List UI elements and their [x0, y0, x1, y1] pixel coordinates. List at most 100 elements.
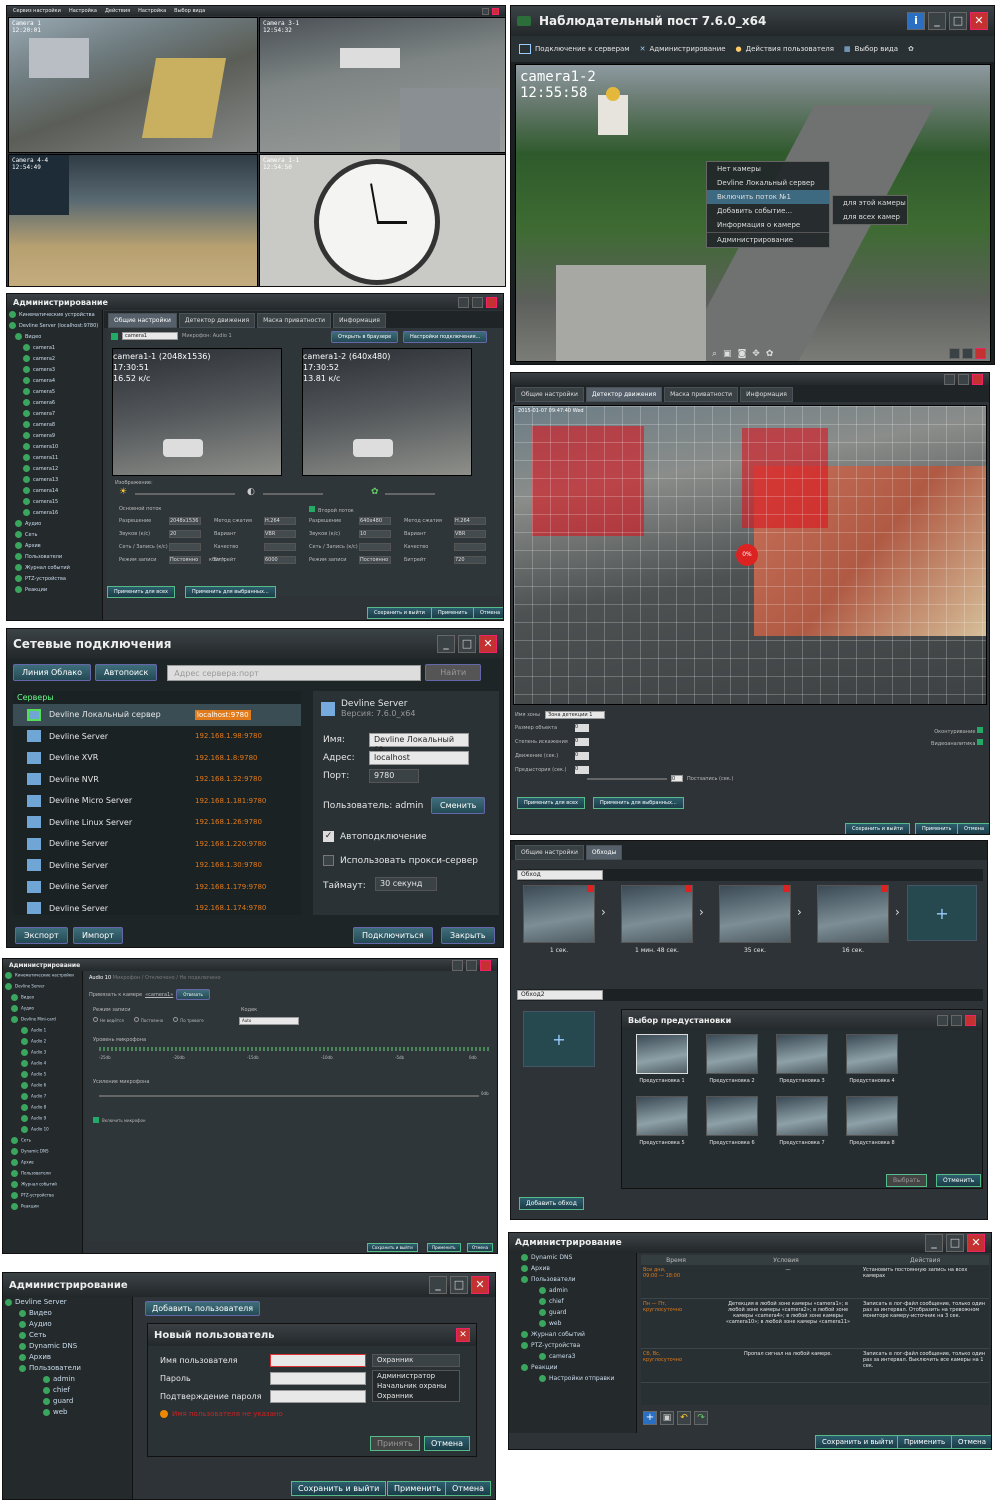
close-icon[interactable]: ✕: [970, 12, 988, 30]
server-row[interactable]: Devline Linux Server 192.168.1.26:9780: [13, 812, 301, 834]
camera-view-aerial[interactable]: camera1-2 12:55:58 Нет камеры Devline Ло…: [515, 64, 991, 362]
open-browser-button[interactable]: Открыть в браузере: [331, 331, 399, 343]
toolbar-admin[interactable]: ✕ Администрирование: [640, 45, 726, 53]
minimize-icon[interactable]: _: [925, 1234, 943, 1252]
add-user-button[interactable]: Добавить пользователя: [145, 1301, 261, 1316]
remove-step-icon[interactable]: [783, 885, 790, 892]
server-address-input[interactable]: Адрес сервера:порт: [167, 664, 422, 681]
tree-item[interactable]: web: [509, 1319, 636, 1330]
apply-selected-button[interactable]: Применить для выбранных...: [593, 797, 684, 809]
tree-item[interactable]: Видео: [3, 993, 82, 1004]
reel-icon[interactable]: ✿: [766, 349, 774, 359]
menu-item-admin[interactable]: Администрирование: [707, 232, 829, 247]
connection-settings-button[interactable]: Настройки подключения...: [403, 331, 488, 343]
tree-item[interactable]: Audio 3: [3, 1048, 82, 1059]
submenu-all-cameras[interactable]: для всех камер: [833, 210, 907, 224]
tree-item[interactable]: camera10: [7, 442, 102, 453]
setting-value[interactable]: Постоянно: [359, 556, 391, 564]
apply-button[interactable]: Применить: [915, 823, 959, 834]
minimize-icon[interactable]: [937, 1014, 948, 1026]
table-row[interactable]: Все дни, 09:00 — 18:00 — Установить постоя…: [641, 1265, 989, 1299]
setting-value[interactable]: 640x480: [359, 517, 391, 525]
tree-item[interactable]: Пользователи: [3, 1363, 132, 1374]
choose-button[interactable]: Выбрать: [886, 1174, 928, 1187]
minimize-icon[interactable]: [452, 959, 463, 971]
tree-item[interactable]: Кинематические настройки: [3, 971, 82, 982]
camera-tile-clock[interactable]: Camera 1-1 12:54:50: [259, 154, 505, 286]
contrast-slider[interactable]: [263, 493, 323, 495]
codec-select[interactable]: Auto: [239, 1017, 299, 1025]
enable-mic-checkbox[interactable]: [93, 1117, 99, 1123]
tree-item[interactable]: camera3: [7, 365, 102, 376]
setting-value[interactable]: 720: [454, 556, 486, 564]
tree-item[interactable]: Аудио: [7, 519, 102, 530]
tree-item[interactable]: Журнал событий: [509, 1330, 636, 1341]
save-icon[interactable]: ▣: [723, 349, 732, 359]
camera-tile-street[interactable]: Camera 1 12:20:01: [8, 17, 258, 153]
table-row[interactable]: Сб, Вс, круглосуточно Пропал сигнал на лю…: [641, 1349, 989, 1383]
tour-step-thumb[interactable]: [621, 885, 693, 943]
server-row[interactable]: Devline Server 192.168.1.220:9780: [13, 833, 301, 855]
preset-thumb[interactable]: [846, 1096, 898, 1136]
tree-item[interactable]: guard: [509, 1308, 636, 1319]
post-record-field[interactable]: 0: [671, 775, 683, 782]
param-value[interactable]: 0: [575, 766, 589, 774]
server-row[interactable]: Devline Server 192.168.1.179:9780: [13, 876, 301, 898]
tree-item[interactable]: Пользователи: [509, 1275, 636, 1286]
apply-all-button[interactable]: Применить для всех: [517, 797, 585, 809]
autoconnect-checkbox[interactable]: ✓: [323, 831, 334, 842]
cloud-line-button[interactable]: Линия Облако: [13, 664, 91, 681]
tree-item[interactable]: Видео: [7, 332, 102, 343]
tree-item[interactable]: camera3: [509, 1352, 636, 1363]
cancel-button[interactable]: Отмена: [467, 1243, 494, 1252]
cancel-button[interactable]: Отмена: [445, 1481, 492, 1496]
tree-item[interactable]: Настройки отправки: [509, 1374, 636, 1385]
main-stream-preview[interactable]: camera1-1 (2048x1536) 17:30:51 16.52 к/с: [112, 348, 282, 476]
role-option[interactable]: Начальник охраны: [373, 1381, 459, 1391]
tree-item[interactable]: Архив: [3, 1352, 132, 1363]
menu-item-add-event[interactable]: Добавить событие...: [707, 204, 829, 218]
brightness-slider[interactable]: [135, 493, 235, 495]
tree-item[interactable]: admin: [509, 1286, 636, 1297]
tree-item[interactable]: camera14: [7, 486, 102, 497]
import-button[interactable]: Импорт: [73, 927, 123, 944]
close-icon[interactable]: [975, 348, 986, 359]
dialog-cancel-button[interactable]: Отмена: [424, 1436, 471, 1451]
apply-button[interactable]: Применить: [387, 1481, 449, 1496]
change-user-button[interactable]: Сменить: [431, 797, 486, 814]
server-row[interactable]: Devline Micro Server 192.168.1.181:9780: [13, 790, 301, 812]
add-step-tile[interactable]: +: [907, 885, 977, 941]
camera-tile-office[interactable]: Camera 4-4 12:54:49: [8, 154, 258, 286]
apply-button[interactable]: Применить: [427, 1243, 461, 1252]
tree-item[interactable]: Реакции: [7, 585, 102, 596]
maximize-icon[interactable]: [472, 296, 483, 308]
tree-item[interactable]: Видео: [3, 1308, 132, 1319]
menu-item-server[interactable]: Devline Локальный сервер: [707, 176, 829, 190]
record-mode-option[interactable]: Не ведётся: [93, 1017, 124, 1023]
param-value[interactable]: 0: [575, 752, 589, 760]
minimize-icon[interactable]: [949, 348, 960, 359]
tab-0[interactable]: Общие настройки: [108, 313, 177, 328]
save-exit-button[interactable]: Сохранить и выйти: [367, 607, 432, 619]
maximize-icon[interactable]: □: [458, 635, 476, 653]
tree-item[interactable]: chief: [509, 1297, 636, 1308]
menu-item-camera-info[interactable]: Информация о камере: [707, 218, 829, 232]
apply-selected-button[interactable]: Применить для выбранных...: [185, 586, 276, 598]
tab-1[interactable]: Обходы: [585, 845, 623, 860]
tour-step-thumb[interactable]: [523, 885, 595, 943]
close-icon[interactable]: ✕: [967, 1234, 985, 1252]
record-mode-option[interactable]: Постоянно: [133, 1017, 163, 1023]
quad-tab[interactable]: Настройка: [138, 8, 166, 14]
maximize-icon[interactable]: [951, 1014, 962, 1026]
pre-record-slider[interactable]: [587, 777, 667, 780]
tab-1[interactable]: Детектор движения: [178, 313, 256, 328]
setting-value[interactable]: [264, 543, 296, 551]
tree-item[interactable]: camera12: [7, 464, 102, 475]
server-row[interactable]: Devline Server 192.168.1.98:9780: [13, 726, 301, 748]
tree-item[interactable]: Пользователи: [3, 1169, 82, 1180]
tour-step-thumb[interactable]: [817, 885, 889, 943]
tree-item[interactable]: camera11: [7, 453, 102, 464]
snapshot-icon[interactable]: ◙: [738, 349, 747, 359]
role-option[interactable]: Охранник: [373, 1391, 459, 1401]
tree-item[interactable]: admin: [3, 1374, 132, 1385]
